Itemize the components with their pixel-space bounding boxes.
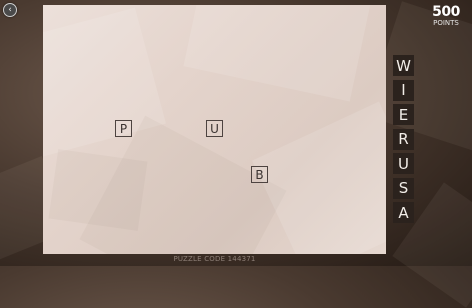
rack-tile[interactable]: A xyxy=(393,202,414,223)
board-tile[interactable]: U xyxy=(206,120,223,137)
score-value: 500 xyxy=(432,4,460,20)
board-tile[interactable]: B xyxy=(251,166,268,183)
back-arrow-icon: ‹ xyxy=(8,4,12,15)
board-tile[interactable]: P xyxy=(115,120,132,137)
rack-tile[interactable]: R xyxy=(393,128,414,150)
board-shard xyxy=(183,5,373,102)
rack-tile[interactable]: S xyxy=(393,177,414,199)
score-label: POINTS xyxy=(433,19,459,27)
game-board[interactable]: P U B xyxy=(43,5,386,254)
board-shard xyxy=(252,101,386,254)
rack-tile[interactable]: I xyxy=(393,79,414,101)
puzzle-code: PUZZLE CODE 144371 xyxy=(173,255,256,263)
rack-tile[interactable]: W xyxy=(393,55,414,76)
rack-tile[interactable]: E xyxy=(393,104,414,125)
letter-rack: W I E R U S A xyxy=(393,55,414,227)
back-button[interactable]: ‹ xyxy=(3,3,17,17)
board-shard xyxy=(48,149,148,231)
score-display: 500 POINTS xyxy=(426,5,466,27)
rack-tile[interactable]: U xyxy=(393,153,414,174)
